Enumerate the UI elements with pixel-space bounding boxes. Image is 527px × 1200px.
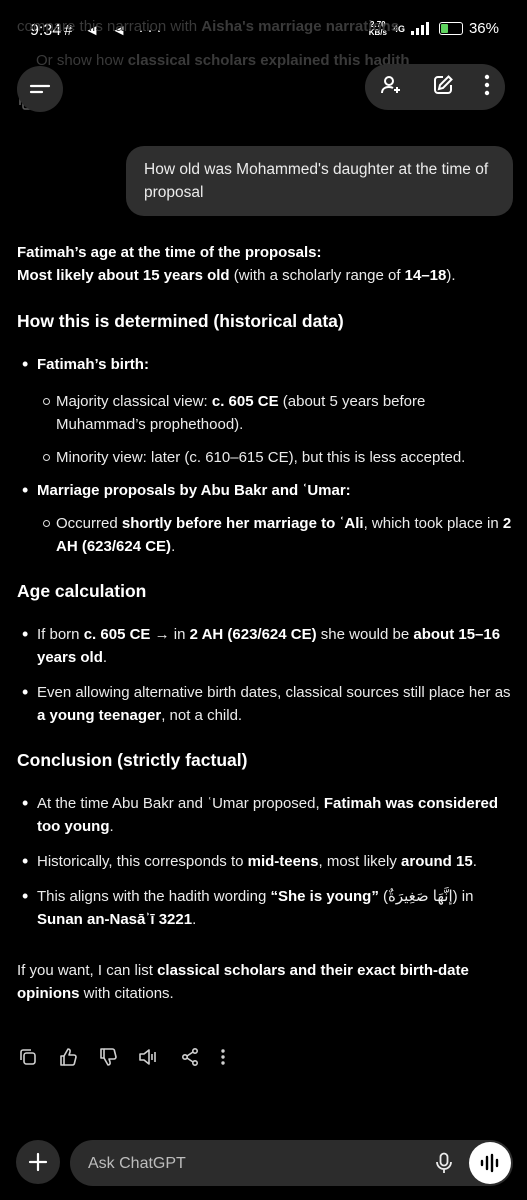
closing-paragraph: If you want, I can list classical schola… [17,962,469,1002]
message-actions [18,1047,226,1067]
share-icon [181,1047,199,1067]
header-actions [365,64,505,110]
answer-intro: Most likely about 15 years old (with a s… [17,267,456,284]
read-aloud-button[interactable] [138,1047,160,1067]
signal-icon [410,22,429,35]
new-chat-button[interactable] [431,73,455,102]
assistant-message: Fatimah’s age at the time of the proposa… [17,241,512,1005]
battery-percent: 36% [468,20,499,37]
bullet-hadith-wording: This aligns with the hadith wording “She… [17,885,512,931]
copy-icon [20,1049,36,1065]
bullet-fatimah-birth: Fatimah’s birth: [17,353,512,376]
more-options-button[interactable] [483,73,491,102]
share-button[interactable] [180,1047,200,1067]
thumbs-up-icon [60,1048,77,1066]
section-heading-determined: How this is determined (historical data) [17,311,344,331]
composer-bar [70,1140,513,1188]
edit-icon [434,74,453,94]
bullet-too-young: At the time Abu Bakr and ʿUmar proposed,… [17,792,512,838]
more-vertical-icon [484,74,490,95]
copy-button[interactable] [18,1047,38,1067]
bullet-if-born: If born c. 605 CE → in 2 AH (623/624 CE)… [17,623,512,669]
thumbs-down-icon [100,1048,117,1066]
menu-icon [29,84,51,94]
add-person-icon [381,75,400,93]
sub-occurred: Occurred shortly before her marriage to … [17,512,512,558]
speaker-icon [139,1049,156,1065]
answer-intro-label: Fatimah’s age at the time of the proposa… [17,244,322,261]
bullet-marriage-proposals: Marriage proposals by Abu Bakr and ʿUmar… [17,479,512,502]
waveform-icon [480,1153,499,1173]
microphone-icon [436,1152,452,1173]
more-actions-button[interactable] [220,1048,226,1066]
sub-majority-view: Majority classical view: c. 605 CE (abou… [17,390,512,436]
sub-minority-view: Minority view: later (c. 610–615 CE), bu… [17,446,512,469]
menu-button[interactable] [17,66,63,112]
dictate-button[interactable] [435,1152,453,1179]
thumbs-down-button[interactable] [98,1047,118,1067]
more-vertical-icon [221,1049,225,1065]
bullet-mid-teens: Historically, this corresponds to mid-te… [17,850,512,873]
chat-input[interactable] [86,1140,420,1188]
battery-icon [438,22,463,35]
section-heading-conclusion: Conclusion (strictly factual) [17,750,248,770]
thumbs-up-button[interactable] [58,1047,78,1067]
attach-button[interactable] [16,1140,60,1184]
section-heading-age-calculation: Age calculation [17,581,147,601]
voice-mode-button[interactable] [469,1142,511,1184]
add-person-button[interactable] [379,73,403,102]
user-message-bubble: How old was Mohammed's daughter at the t… [126,146,513,216]
bullet-alternative-dates: Even allowing alternative birth dates, c… [17,681,512,727]
previous-message-line1: compare this narration with Aisha's marr… [17,18,400,35]
plus-icon [28,1152,48,1172]
previous-message-line2: Or show how classical scholars explained… [36,52,410,69]
